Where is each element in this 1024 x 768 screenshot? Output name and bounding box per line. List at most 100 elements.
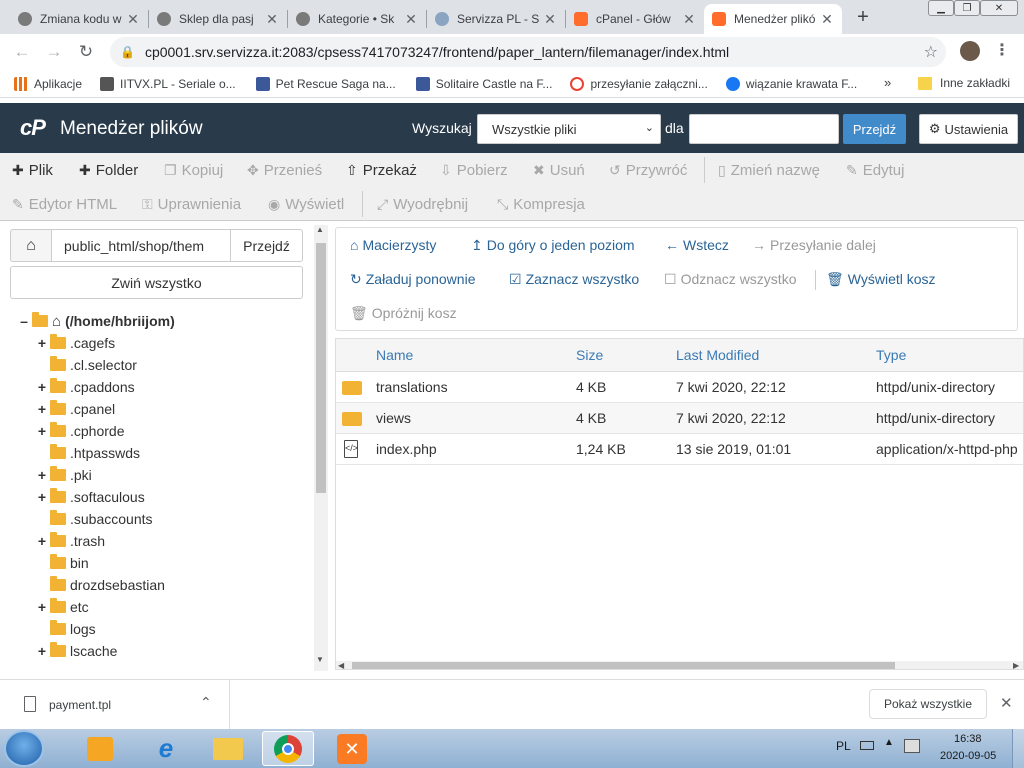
window-close-button[interactable]: ✕ bbox=[980, 0, 1018, 16]
tree-folder-item[interactable]: + .cagefs bbox=[36, 332, 115, 354]
select-all-link[interactable]: ☑ Zaznacz wszystko bbox=[509, 264, 639, 294]
search-scope-select[interactable]: Wszystkie pliki ⌄ bbox=[477, 114, 661, 144]
tree-folder-item[interactable]: + lscache bbox=[36, 640, 117, 662]
expand-icon[interactable]: + bbox=[36, 467, 48, 483]
close-icon[interactable]: ✕ bbox=[820, 11, 834, 28]
collapse-icon[interactable]: – bbox=[18, 313, 30, 329]
permissions-button[interactable]: ⚿ Uprawnienia bbox=[142, 187, 241, 221]
start-button[interactable] bbox=[4, 730, 44, 767]
table-row[interactable]: </> index.php 1,24 KB 13 sie 2019, 01:01 app… bbox=[336, 434, 1023, 465]
rename-button[interactable]: ▯ Zmień nazwę bbox=[718, 153, 820, 187]
home-directory-link[interactable]: ⌂ Macierzysty bbox=[350, 230, 436, 260]
close-icon[interactable]: ✕ bbox=[682, 11, 696, 28]
scrollbar-thumb[interactable] bbox=[316, 243, 326, 493]
column-header-size[interactable]: Size bbox=[576, 339, 603, 371]
restore-button[interactable]: ↺ Przywróć bbox=[609, 153, 687, 187]
clock-time[interactable]: 16:38 bbox=[954, 733, 982, 745]
other-bookmarks-folder[interactable]: Inne zakładki bbox=[918, 76, 1010, 90]
bookmarks-overflow-button[interactable]: » bbox=[884, 75, 891, 90]
tree-folder-item[interactable]: .cl.selector bbox=[36, 354, 137, 376]
search-go-button[interactable]: Przejdź bbox=[843, 114, 906, 144]
chevron-up-icon[interactable]: ⌃ bbox=[200, 694, 212, 711]
tree-folder-item[interactable]: logs bbox=[36, 618, 96, 640]
url-bar[interactable]: 🔒 cp0001.srv.servizza.it:2083/cpsess7417… bbox=[110, 37, 946, 67]
browser-tab[interactable]: cPanel - Głów ✕ bbox=[566, 4, 704, 34]
bookmark-item[interactable]: Solitaire Castle na F... bbox=[415, 76, 552, 91]
new-folder-button[interactable]: ✚ Folder bbox=[79, 153, 138, 187]
cpanel-logo[interactable]: cP bbox=[20, 115, 46, 141]
deselect-all-link[interactable]: ☐ Odznacz wszystko bbox=[664, 264, 797, 294]
upload-button[interactable]: ⇧ Przekaż bbox=[346, 153, 417, 187]
ie-taskbar-icon[interactable]: e bbox=[140, 731, 192, 766]
expand-icon[interactable]: + bbox=[36, 643, 48, 659]
delete-button[interactable]: ✖ Usuń bbox=[533, 153, 585, 187]
profile-avatar[interactable] bbox=[960, 41, 980, 61]
download-item[interactable]: payment.tpl ⌃ bbox=[0, 680, 230, 730]
expand-icon[interactable]: + bbox=[36, 533, 48, 549]
tree-folder-item[interactable]: bin bbox=[36, 552, 89, 574]
scroll-left-icon[interactable]: ◀ bbox=[338, 661, 344, 669]
chrome-taskbar-icon[interactable] bbox=[262, 731, 314, 766]
browser-tab[interactable]: Zmiana kodu w ✕ bbox=[10, 4, 148, 34]
new-file-button[interactable]: ✚ Plik bbox=[12, 153, 53, 187]
path-input[interactable]: public_html/shop/them bbox=[51, 229, 231, 262]
expand-icon[interactable]: + bbox=[36, 599, 48, 615]
tree-folder-item[interactable]: + .cpaddons bbox=[36, 376, 135, 398]
back-link[interactable]: ← Wstecz bbox=[665, 230, 729, 260]
tree-folder-item[interactable]: drozdsebastian bbox=[36, 574, 165, 596]
expand-icon[interactable]: + bbox=[36, 335, 48, 351]
table-hscrollbar[interactable]: ◀ ▶ bbox=[336, 661, 1023, 669]
xampp-taskbar-icon[interactable]: ✕ bbox=[326, 731, 378, 766]
browser-tab[interactable]: Kategorie • Sk ✕ bbox=[288, 4, 426, 34]
explorer-taskbar-icon[interactable] bbox=[202, 731, 254, 766]
bookmark-item[interactable]: przesyłanie załączni... bbox=[570, 76, 708, 91]
close-icon[interactable]: ✕ bbox=[1000, 694, 1013, 712]
path-go-button[interactable]: Przejdź bbox=[230, 229, 303, 262]
tree-scrollbar[interactable]: ▲ ▼ bbox=[314, 225, 328, 671]
bookmark-star-icon[interactable]: ☆ bbox=[924, 42, 938, 62]
clock-date[interactable]: 2020-09-05 bbox=[940, 750, 996, 762]
close-icon[interactable]: ✕ bbox=[265, 11, 279, 28]
tree-folder-item[interactable]: .htpasswds bbox=[36, 442, 140, 464]
close-icon[interactable]: ✕ bbox=[126, 11, 140, 28]
show-all-downloads-button[interactable]: Pokaż wszystkie bbox=[869, 689, 987, 719]
expand-icon[interactable]: + bbox=[36, 423, 48, 439]
reload-link[interactable]: ↻ Załaduj ponownie bbox=[350, 264, 475, 294]
edit-button[interactable]: ✎ Edytuj bbox=[846, 153, 904, 187]
forward-link[interactable]: → Przesyłanie dalej bbox=[752, 230, 876, 260]
media-player-taskbar-icon[interactable] bbox=[74, 731, 126, 766]
column-header-name[interactable]: Name bbox=[376, 339, 413, 371]
tree-folder-item[interactable]: + etc bbox=[36, 596, 89, 618]
collapse-all-button[interactable]: Zwiń wszystko bbox=[10, 266, 303, 299]
bookmark-item[interactable]: IITVX.PL - Seriale o... bbox=[100, 76, 236, 91]
bookmark-apps[interactable]: Aplikacje bbox=[14, 76, 82, 91]
view-trash-link[interactable]: 🗑 Wyświetl kosz bbox=[826, 264, 936, 294]
minimize-button[interactable]: ▁ bbox=[928, 0, 954, 16]
up-one-level-link[interactable]: ↥ Do góry o jeden poziom bbox=[471, 230, 635, 260]
scroll-up-icon[interactable]: ▲ bbox=[316, 225, 324, 234]
tree-folder-item[interactable]: + .softaculous bbox=[36, 486, 145, 508]
scroll-down-icon[interactable]: ▼ bbox=[316, 655, 324, 664]
table-row[interactable]: translations 4 KB 7 kwi 2020, 22:12 httpd/u… bbox=[336, 372, 1023, 403]
reload-icon[interactable]: ↻ bbox=[72, 42, 100, 62]
html-editor-button[interactable]: ✎ Edytor HTML bbox=[12, 187, 117, 221]
new-tab-button[interactable]: + bbox=[852, 6, 874, 28]
tree-folder-item[interactable]: .subaccounts bbox=[36, 508, 153, 530]
home-icon[interactable]: ⌂ bbox=[10, 229, 52, 262]
download-button[interactable]: ⇩ Pobierz bbox=[440, 153, 508, 187]
close-icon[interactable]: ✕ bbox=[404, 11, 418, 28]
settings-button[interactable]: ⚙ Ustawienia bbox=[919, 114, 1018, 144]
extract-button[interactable]: ⤢ Wyodrębnij bbox=[377, 187, 468, 221]
bookmark-item[interactable]: wiązanie krawata F... bbox=[725, 76, 857, 91]
language-indicator[interactable]: PL bbox=[836, 739, 851, 753]
view-button[interactable]: ◉ Wyświetl bbox=[268, 187, 344, 221]
tray-expand-icon[interactable]: ▲ bbox=[884, 737, 894, 748]
hscrollbar-thumb[interactable] bbox=[352, 662, 895, 669]
bookmark-item[interactable]: Pet Rescue Saga na... bbox=[255, 76, 396, 91]
back-arrow-icon[interactable]: ← bbox=[8, 42, 36, 62]
scroll-right-icon[interactable]: ▶ bbox=[1013, 661, 1019, 669]
menu-kebab-icon[interactable]: ⋮ bbox=[994, 40, 1010, 60]
tree-folder-item[interactable]: + .cphorde bbox=[36, 420, 124, 442]
browser-tab[interactable]: Sklep dla pasj ✕ bbox=[149, 4, 287, 34]
move-button[interactable]: ✥ Przenieś bbox=[247, 153, 322, 187]
